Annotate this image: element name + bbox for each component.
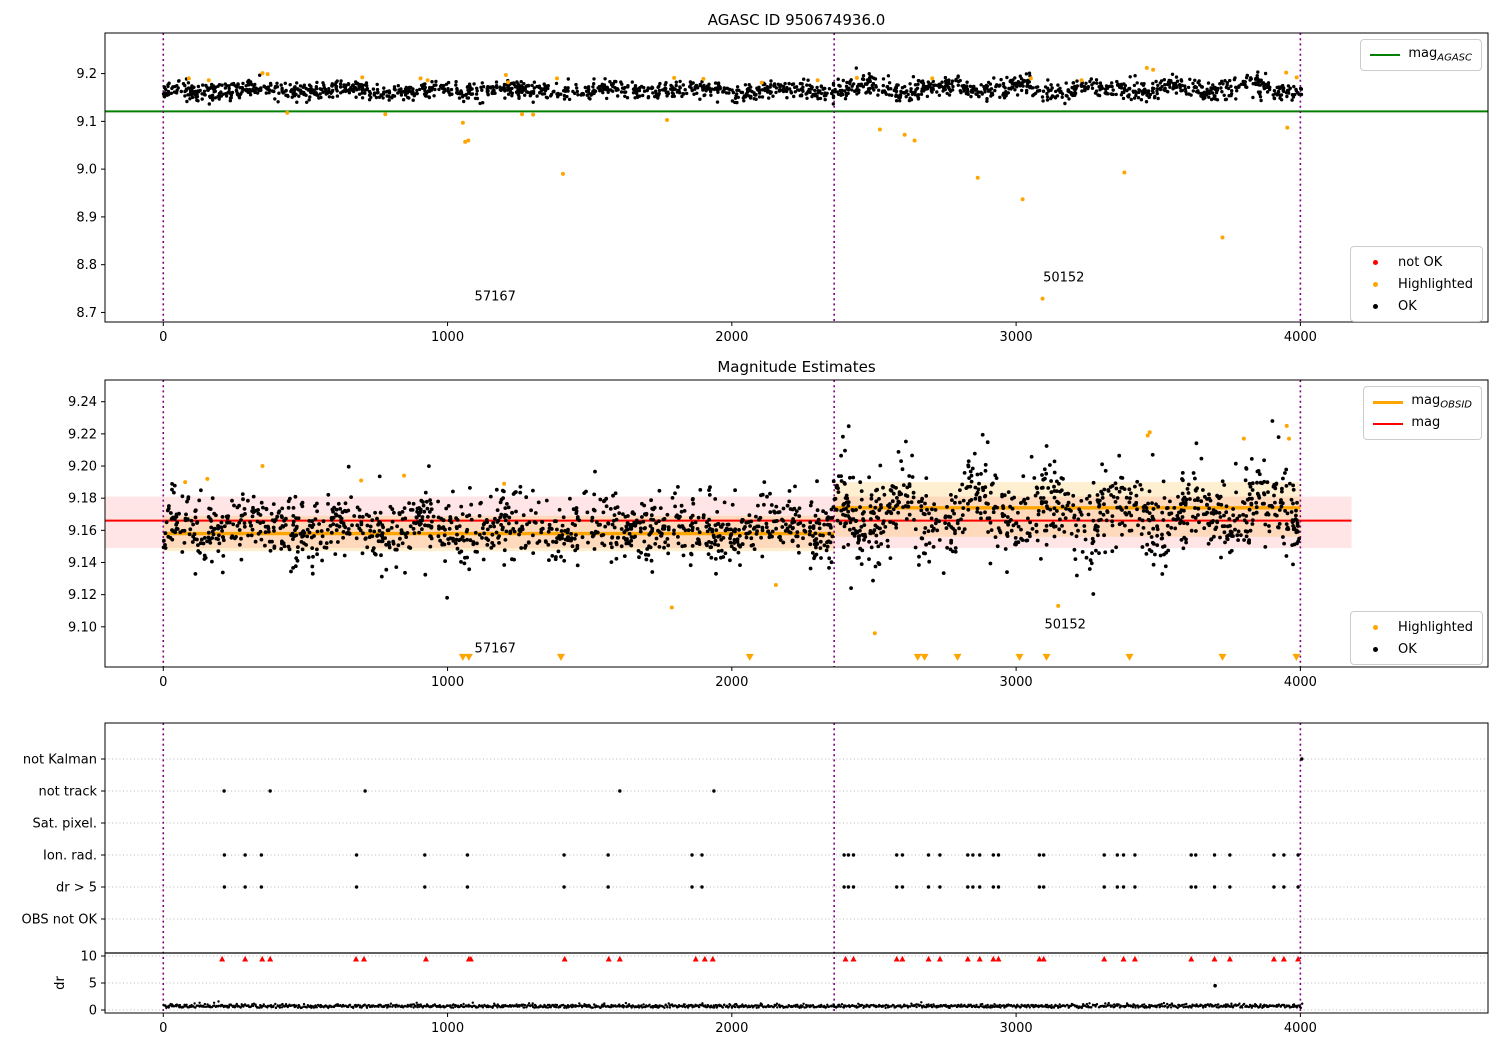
- legend-label: mag: [1411, 393, 1441, 409]
- svg-text:9.18: 9.18: [68, 492, 97, 507]
- legend-row-ok: OK: [1358, 295, 1473, 317]
- x-axis-ticks: 0 1000 2000 3000 4000: [159, 667, 1317, 690]
- svg-text:9.1: 9.1: [76, 115, 97, 130]
- svg-text:9.20: 9.20: [68, 460, 97, 475]
- legend-row-mag: mag: [1371, 413, 1472, 435]
- highlighted-dot-swatch: [1358, 624, 1392, 630]
- svg-text:4000: 4000: [1284, 330, 1317, 345]
- legend-label: mag: [1408, 46, 1438, 62]
- dr-axis-ticks: 1050: [80, 950, 105, 1019]
- svg-text:4000: 4000: [1284, 675, 1317, 690]
- svg-text:1000: 1000: [431, 675, 464, 690]
- svg-text:57167: 57167: [475, 642, 516, 657]
- dotted-gridlines: [105, 758, 1488, 1011]
- dr-axis-label-group: dr: [53, 976, 68, 990]
- legend-row-ok: OK: [1358, 638, 1473, 660]
- not-ok-dot-swatch: [1358, 259, 1392, 265]
- svg-text:50152: 50152: [1043, 270, 1084, 285]
- y-axis-ticks: 9.2 9.1 9.0 8.9 8.8 8.7: [76, 67, 105, 321]
- svg-text:0: 0: [159, 330, 167, 345]
- svg-text:8.7: 8.7: [76, 306, 97, 321]
- svg-text:2000: 2000: [715, 675, 748, 690]
- mag-obsid-line-swatch: [1371, 400, 1405, 404]
- dr-trace-points: [162, 1000, 1304, 1010]
- svg-text:50152: 50152: [1045, 617, 1086, 632]
- svg-text:2000: 2000: [715, 330, 748, 345]
- svg-text:9.24: 9.24: [68, 395, 97, 410]
- mag-agasc-line-swatch: [1368, 54, 1402, 56]
- svg-text:9.10: 9.10: [68, 620, 97, 635]
- obsid-annotations: 57167 50152: [475, 270, 1085, 304]
- legend-row-highlighted: Highlighted: [1358, 273, 1473, 295]
- mag-line-swatch: [1371, 423, 1405, 425]
- top-panel-title: AGASC ID 950674936.0: [707, 11, 886, 29]
- svg-text:8.8: 8.8: [76, 258, 97, 273]
- legend-label: mag: [1411, 415, 1441, 431]
- legend-label: OK: [1398, 641, 1417, 657]
- legend-mag-lines: magOBSID mag: [1363, 386, 1482, 440]
- legend-top-status: not OK Highlighted OK: [1350, 246, 1483, 322]
- svg-text:57167: 57167: [475, 290, 516, 305]
- obsid-boundary-vlines: [162, 723, 1302, 1013]
- svg-text:9.12: 9.12: [68, 588, 97, 603]
- svg-text:3000: 3000: [1000, 330, 1033, 345]
- legend-label: OK: [1398, 298, 1417, 314]
- legend-label: Highlighted: [1398, 619, 1473, 635]
- ok-dot-swatch: [1358, 646, 1392, 652]
- dr-clipped-red-markers: [219, 955, 1302, 962]
- flag-row-labels: not Kalmannot trackSat. pixel.Ion. rad.d…: [22, 753, 105, 928]
- legend-mag-agasc: magAGASC: [1360, 39, 1482, 71]
- ok-points: [161, 66, 1304, 106]
- dr-axis-label: dr: [53, 976, 68, 990]
- legend-middle-status: Highlighted OK: [1350, 611, 1483, 665]
- legend-row-highlighted: Highlighted: [1358, 616, 1473, 638]
- obsid-annotations: 57167 50152: [475, 617, 1086, 656]
- legend-label: Highlighted: [1398, 276, 1473, 292]
- svg-text:9.16: 9.16: [68, 524, 97, 539]
- legend-row-not-ok: not OK: [1358, 251, 1473, 273]
- ok-dot-swatch: [1358, 303, 1392, 309]
- flag-row-points: [222, 757, 1304, 889]
- legend-row-mag-obsid: magOBSID: [1371, 391, 1472, 413]
- legend-sublabel: AGASC: [1437, 52, 1472, 64]
- svg-text:9.14: 9.14: [68, 556, 97, 571]
- x-axis-ticks: 0 1000 2000 3000 4000: [159, 1013, 1317, 1036]
- svg-text:3000: 3000: [1000, 675, 1033, 690]
- matplotlib-figure: { "colors": { "ok": "#000000", "highligh…: [0, 0, 1500, 1050]
- svg-text:8.9: 8.9: [76, 210, 97, 225]
- dr-outlier-points: [1213, 983, 1217, 988]
- legend-sublabel: OBSID: [1440, 399, 1472, 411]
- svg-text:9.22: 9.22: [68, 427, 97, 442]
- legend-label: not OK: [1398, 254, 1443, 270]
- middle-panel-title: Magnitude Estimates: [717, 358, 876, 376]
- svg-text:9.2: 9.2: [76, 67, 97, 82]
- svg-text:0: 0: [159, 675, 167, 690]
- y-axis-ticks: 9.24 9.22 9.20 9.18 9.16 9.14 9.12 9.10: [68, 395, 105, 635]
- legend-row-mag-agasc: magAGASC: [1368, 44, 1472, 66]
- svg-text:1000: 1000: [431, 330, 464, 345]
- x-axis-ticks: 0 1000 2000 3000 4000: [159, 322, 1317, 345]
- low-clip-markers: [458, 653, 1301, 661]
- highlighted-dot-swatch: [1358, 281, 1392, 287]
- svg-text:9.0: 9.0: [76, 163, 97, 178]
- figure-canvas: 57167 50152 9.2 9.1 9.0 8.9 8.8 8.7 0 1000 2000 300…: [22, 32, 1489, 1036]
